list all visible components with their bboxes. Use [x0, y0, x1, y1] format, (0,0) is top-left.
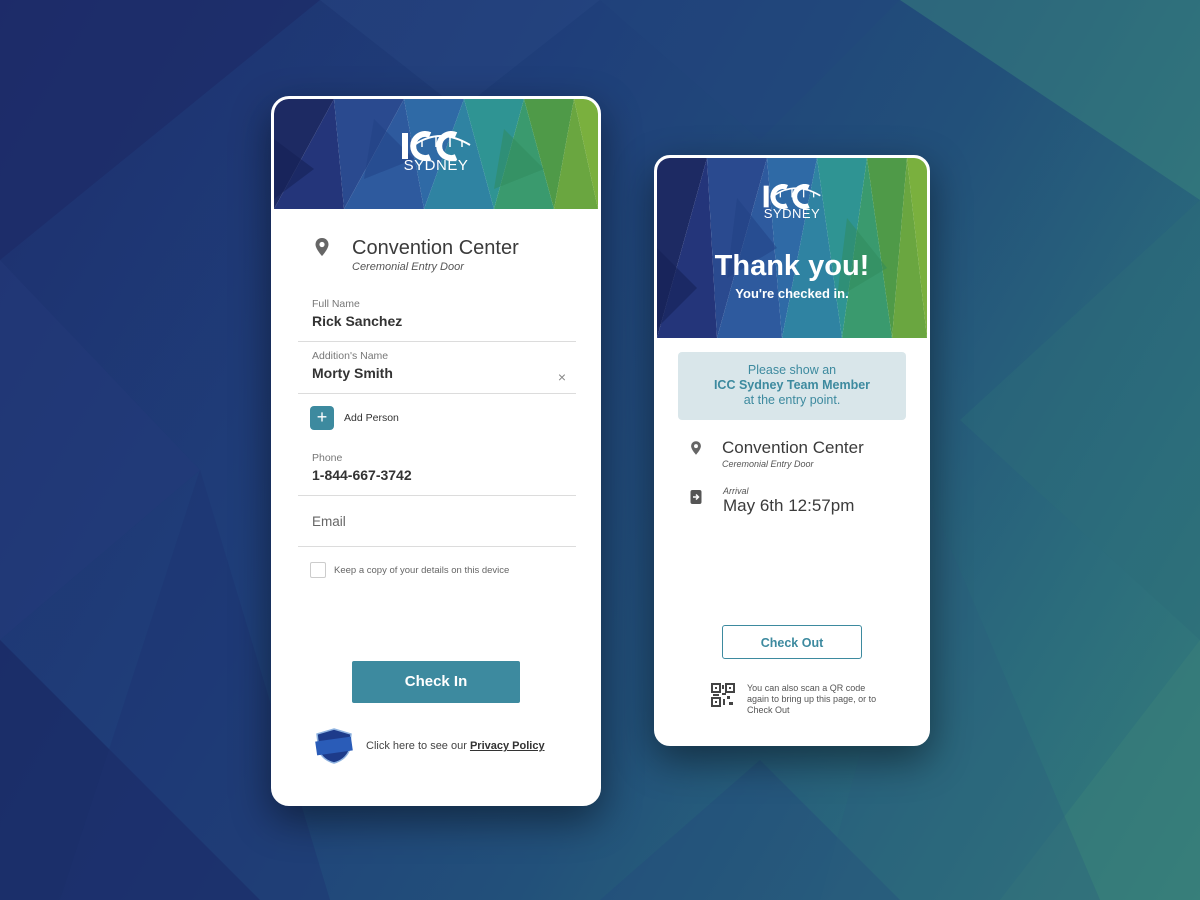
qr-hint-text: You can also scan a QR code again to bri…	[747, 683, 877, 715]
full-name-label: Full Name	[312, 298, 360, 310]
qr-hint-row: You can also scan a QR code again to bri…	[711, 683, 887, 716]
header-banner: SYDNEY	[274, 99, 598, 209]
venue-shield-badge-icon	[315, 728, 353, 764]
confirmation-screen: SYDNEY Thank you! You're checked in. Ple…	[654, 155, 930, 746]
thank-you-block: Thank you! You're checked in.	[657, 250, 927, 301]
notice-line-1: Please show an	[747, 363, 837, 377]
keep-copy-checkbox[interactable]	[310, 562, 326, 578]
confirmation-location-subtitle: Ceremonial Entry Door	[722, 459, 814, 469]
keep-copy-label: Keep a copy of your details on this devi…	[334, 565, 510, 576]
privacy-policy-row: Click here to see our Privacy Policy	[314, 727, 545, 765]
icc-sydney-logo-small: SYDNEY	[762, 184, 822, 221]
confirmation-banner: SYDNEY Thank you! You're checked in.	[657, 158, 927, 338]
arrival-value: May 6th 12:57pm	[723, 496, 855, 515]
location-subtitle: Ceremonial Entry Door	[352, 261, 464, 273]
checked-in-subline: You're checked in.	[735, 286, 849, 301]
addition-name-label: Addition's Name	[312, 350, 389, 362]
check-in-button[interactable]: Check In	[352, 661, 520, 703]
check-out-button[interactable]: Check Out	[722, 625, 862, 659]
email-field[interactable]: Email	[298, 514, 576, 547]
notice-line-3: at the entry point.	[743, 393, 841, 407]
logo-city: SYDNEY	[403, 157, 469, 174]
add-person-label[interactable]: Add Person	[344, 412, 399, 424]
qr-code-icon	[711, 683, 735, 707]
privacy-policy-text: Click here to see our Privacy Policy	[366, 740, 545, 752]
location-title: Convention Center	[352, 237, 519, 259]
full-name-field[interactable]: Full Name Rick Sanchez	[298, 298, 576, 342]
addition-name-value[interactable]: Morty Smith	[298, 365, 576, 381]
privacy-policy-link[interactable]: Privacy Policy	[470, 740, 545, 752]
arrival-icon	[690, 490, 702, 504]
icc-sydney-logo: SYDNEY	[400, 131, 472, 173]
phone-value[interactable]: 1-844-667-3742	[298, 467, 576, 483]
addition-name-field[interactable]: Addition's Name Morty Smith ×	[298, 350, 576, 394]
check-in-screen: SYDNEY Convention Center Ceremonial Entr…	[271, 96, 601, 806]
location-header: Convention Center Ceremonial Entry Door	[314, 237, 519, 273]
notice-line-2: ICC Sydney Team Member	[713, 378, 871, 392]
privacy-prefix: Click here to see our	[366, 740, 467, 752]
email-placeholder: Email	[312, 514, 346, 529]
arrival-row: Arrival May 6th 12:57pm	[690, 486, 855, 515]
logo-city: SYDNEY	[763, 206, 821, 221]
confirmation-location: Convention Center Ceremonial Entry Door	[690, 438, 864, 469]
remove-person-icon[interactable]: ×	[558, 370, 566, 384]
staff-notice: Please show an ICC Sydney Team Member at…	[678, 352, 906, 420]
thank-you-headline: Thank you!	[714, 250, 870, 282]
phone-field[interactable]: Phone 1-844-667-3742	[298, 452, 576, 496]
arrival-label: Arrival	[723, 486, 749, 496]
confirmation-location-title: Convention Center	[722, 438, 864, 457]
phone-label: Phone	[312, 452, 343, 464]
map-pin-icon	[315, 238, 329, 256]
map-pin-icon	[691, 441, 701, 455]
add-person-button[interactable]: +	[310, 406, 334, 430]
full-name-value[interactable]: Rick Sanchez	[298, 313, 576, 329]
